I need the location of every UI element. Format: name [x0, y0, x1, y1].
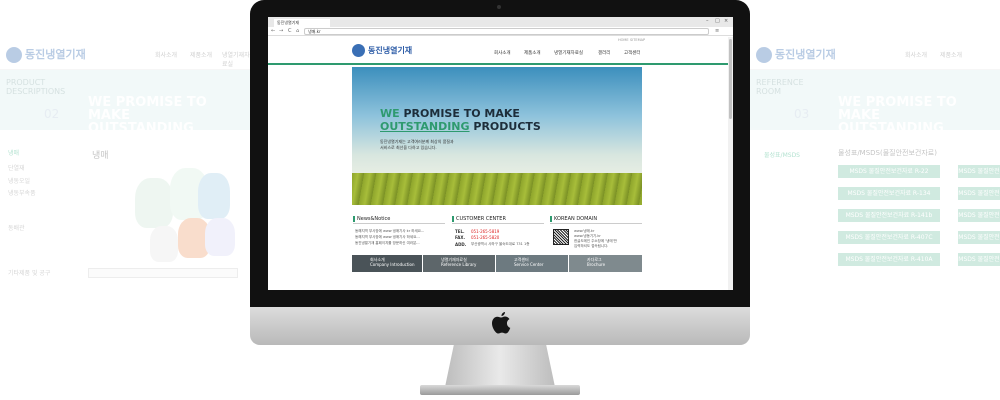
news-item[interactable]: 동진냉열기재 홈페이지를 방문하신 여러분...	[355, 241, 420, 246]
hero-subtitle: 서비스로 최선을 다하고 있습니다.	[380, 145, 437, 150]
bg-left-nav-item: 회사소개	[155, 52, 178, 59]
fax-value: 051-265-5820	[471, 235, 500, 240]
msds-button: MSDS 물질안전보건자료 R-407C	[958, 231, 1000, 267]
divider	[452, 223, 544, 224]
msds-button: MSDS 물질안전보건자료 R-134	[958, 187, 1000, 210]
home-icon[interactable]: ⌂	[296, 28, 299, 34]
home-link[interactable]: HOME	[618, 38, 629, 42]
bg-right-nav-item: 제품소개	[940, 52, 963, 59]
logo-icon	[6, 47, 22, 63]
maximize-icon[interactable]: □	[715, 18, 720, 24]
bg-right-header: 동진냉열기재 회사소개 제품소개	[750, 38, 1000, 70]
menu-item-reference[interactable]: 냉열기재자료실	[554, 50, 583, 56]
bg-left-table	[88, 268, 238, 278]
minimize-icon[interactable]: –	[706, 18, 709, 24]
refrigerant-bottle-image	[135, 178, 173, 228]
browser-toolbar: ← → C ⌂ 냉매.kr ≡	[268, 27, 733, 36]
imac-base	[420, 385, 580, 395]
refrigerant-bottle-image	[198, 173, 230, 219]
bg-right-promise: WE PROMISE TO MAKE OUTSTANDING PRODUCTS	[838, 95, 957, 149]
quicklink-company[interactable]: 회사소개 Company Introduction	[352, 255, 422, 272]
close-icon[interactable]: ×	[724, 18, 728, 24]
news-item[interactable]: 동해지역 부사장에 www 냉매기사 하세요...	[355, 235, 420, 240]
menu-item-gallery[interactable]: 갤러리	[598, 50, 610, 56]
background-page-left: 동진냉열기재 회사소개 제품소개 냉열기재자료실 PRODUCT DESCRIP…	[0, 38, 250, 278]
hero-title-line2: OUTSTANDING PRODUCTS	[380, 120, 541, 133]
bg-left-nav-item: 제품소개	[190, 52, 213, 59]
bg-right-logo: 동진냉열기재	[756, 46, 836, 63]
hero-field-image	[352, 173, 642, 205]
back-icon[interactable]: ←	[271, 28, 275, 34]
quicklink-service[interactable]: 고객센터 Service Center	[496, 255, 568, 272]
quicklink-reference[interactable]: 냉열기재자료실 Reference Library	[423, 255, 495, 272]
quicklink-brochure[interactable]: 카다로그 Brochure	[569, 255, 642, 272]
menu-item-products[interactable]: 제품소개	[524, 50, 541, 56]
korean-domain-title: KOREAN DOMAIN	[550, 216, 597, 222]
tel-value: 051-265-5819	[471, 229, 500, 234]
bg-right-side-item: 물성표/MSDS	[764, 152, 800, 159]
logo-icon	[756, 47, 772, 63]
forward-icon[interactable]: →	[279, 28, 283, 34]
msds-button: MSDS 물질안전보건자료 R-22	[838, 165, 940, 178]
bg-right-category: 물성표/MSDS(물질안전보건자료)	[838, 149, 937, 157]
apple-logo-icon	[492, 312, 511, 334]
tel-label: TEL.	[455, 229, 465, 234]
fax-label: FAX.	[455, 235, 465, 240]
msds-button: MSDS 물질안전보건자료 R-407C	[838, 231, 940, 244]
reload-icon[interactable]: C	[288, 28, 292, 34]
site-header: HOME SITEMAP 동진냉열기재 회사소개 제품소개 냉열기재자료실 갤러…	[268, 37, 728, 65]
msds-button: MSDS 물질안전보건자료 R-410A	[838, 253, 940, 266]
msds-button: MSDS 물질안전보건자료 R-134	[838, 187, 940, 200]
bg-left-category: 냉매	[92, 151, 109, 161]
msds-button: MSDS 물질안전보건자료 R-141b	[958, 209, 1000, 245]
bg-left-desc: PRODUCT DESCRIPTIONS	[6, 78, 66, 96]
scrollbar-thumb[interactable]	[729, 39, 732, 119]
bg-left-side-item: 냉동부속품	[8, 190, 36, 197]
hero-title-line1: WE PROMISE TO MAKE	[380, 107, 520, 120]
site-logo[interactable]: 동진냉열기재	[352, 44, 412, 57]
domain-line: 입력하셔도 접속됩니다.	[574, 244, 609, 248]
browser-tab[interactable]: 동진냉열기재	[274, 19, 330, 27]
menu-item-company[interactable]: 회사소개	[494, 50, 511, 56]
bg-right-desc: REFERENCE ROOM	[756, 78, 804, 96]
bg-left-nav-item: 냉열기재자료실	[222, 52, 250, 68]
bg-left-logo: 동진냉열기재	[6, 46, 86, 63]
bg-left-promise: WE PROMISE TO MAKE OUTSTANDING PRODUCTS	[88, 95, 207, 149]
camera-icon	[497, 5, 501, 9]
imac-stand	[445, 345, 555, 387]
bg-left-side-item: 냉매	[8, 150, 20, 157]
browser-tab-strip: 동진냉열기재 – □ ×	[268, 17, 733, 27]
logo-icon	[352, 44, 365, 57]
mockup-stage: 동진냉열기재 회사소개 제품소개 냉열기재자료실 PRODUCT DESCRIP…	[0, 0, 1000, 400]
imac-screen: 동진냉열기재 – □ × ← → C ⌂ 냉매.kr ≡ HOME SITEMA…	[268, 17, 733, 290]
bg-left-side-item: 단열재	[8, 165, 25, 172]
news-item[interactable]: 동해지역 부사장에 www 냉매기사 kr 하세요...	[355, 229, 424, 234]
bg-left-side-item: 기타제품 및 공구	[8, 270, 51, 277]
refrigerant-bottle-image	[205, 218, 235, 256]
hero-banner: WE PROMISE TO MAKE OUTSTANDING PRODUCTS …	[352, 67, 642, 205]
msds-button: MSDS 물질안전보건자료 R-141b	[838, 209, 940, 222]
addr-value: 부산광역시 사하구 을숙도대로 731 1층	[471, 242, 530, 246]
bg-left-side-item: 냉동오일	[8, 178, 31, 185]
bg-right-nav-item: 회사소개	[905, 52, 928, 59]
msds-button: MSDS 물질안전보건자료 R-22	[958, 165, 1000, 188]
refrigerant-bottle-image	[150, 226, 178, 262]
menu-item-customer[interactable]: 고객센터	[624, 50, 641, 56]
sitemap-link[interactable]: SITEMAP	[630, 38, 645, 42]
customer-center-title: CUSTOMER CENTER	[452, 216, 506, 222]
background-page-right: 동진냉열기재 회사소개 제품소개 REFERENCE ROOM 03 WE PR…	[750, 38, 1000, 289]
menu-icon[interactable]: ≡	[715, 28, 719, 34]
addr-label: ADD.	[455, 242, 467, 247]
address-bar[interactable]: 냉매.kr	[304, 28, 709, 35]
divider	[353, 223, 445, 224]
divider	[550, 223, 642, 224]
msds-button: MSDS 물질안전보건자료 R-410A	[958, 253, 1000, 289]
news-title: News&Notice	[353, 216, 390, 222]
bg-left-header: 동진냉열기재 회사소개 제품소개 냉열기재자료실	[0, 38, 250, 70]
bg-left-side-item: 동배관	[8, 225, 25, 232]
qr-code-icon	[553, 229, 569, 245]
